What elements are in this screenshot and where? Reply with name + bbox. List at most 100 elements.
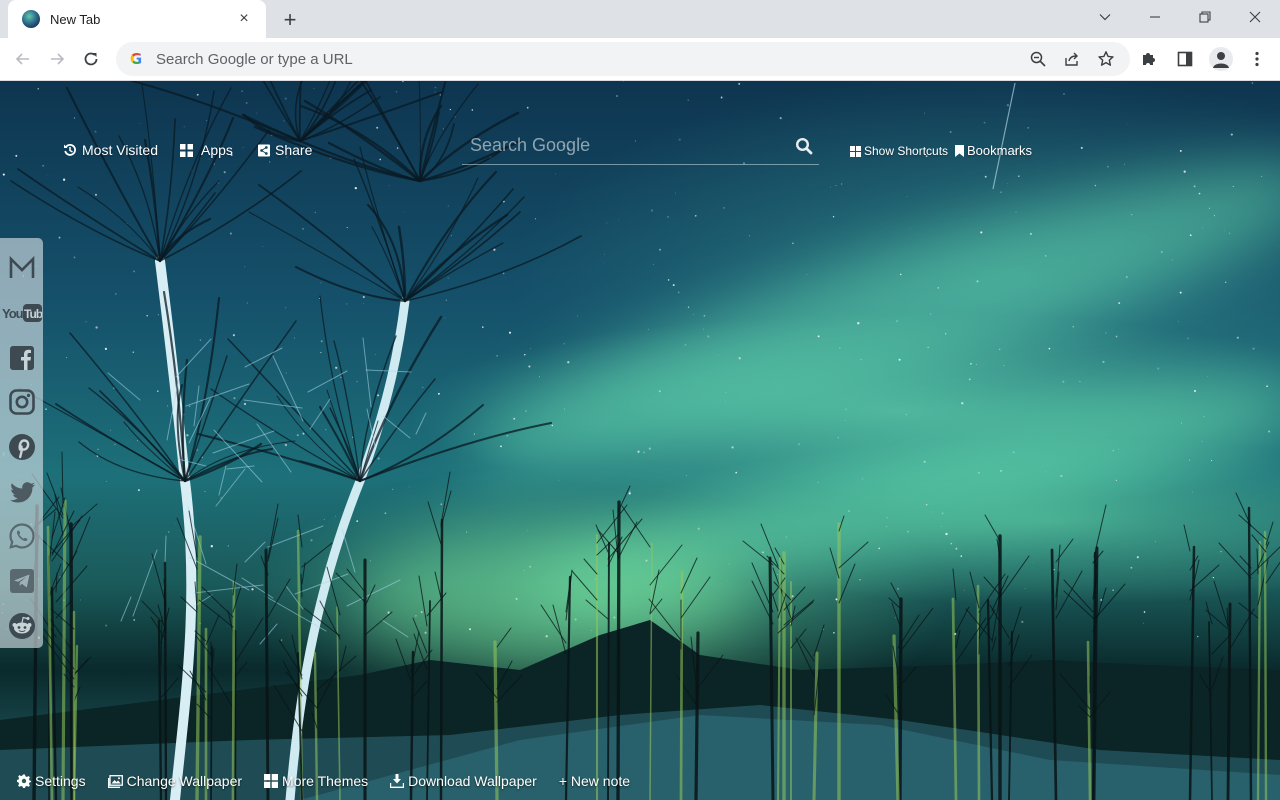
forest-branch: [1008, 634, 1020, 667]
star: [848, 510, 850, 512]
star: [409, 486, 410, 488]
zoom-button[interactable]: [1022, 43, 1054, 75]
tab-close-button[interactable]: ×: [234, 9, 254, 29]
social-reddit[interactable]: [0, 603, 43, 648]
forest-branch: [612, 509, 619, 558]
tree-branch: [318, 405, 362, 483]
forest-branch: [260, 555, 269, 576]
bookmarks-link[interactable]: Bookmarks: [955, 143, 1032, 158]
search-button[interactable]: [789, 131, 819, 161]
tab-new-tab[interactable]: New Tab ×: [8, 0, 266, 38]
star: [473, 433, 475, 435]
star: [835, 184, 837, 187]
tree-branch: [159, 118, 176, 262]
starfield: [1, 81, 1279, 641]
share-page-button[interactable]: [1056, 43, 1088, 75]
forest-branch: [1093, 573, 1098, 599]
profile-button[interactable]: [1204, 42, 1238, 76]
star: [1220, 550, 1222, 553]
social-facebook[interactable]: [0, 335, 43, 380]
star: [684, 344, 687, 346]
bookmark-star-button[interactable]: [1090, 43, 1122, 75]
social-whatsapp[interactable]: [0, 514, 43, 559]
star: [658, 617, 659, 619]
social-telegram[interactable]: [0, 559, 43, 604]
download-wallpaper-link[interactable]: Download Wallpaper: [390, 773, 537, 789]
side-panel-button[interactable]: [1168, 42, 1202, 76]
star: [898, 358, 901, 361]
star: [926, 504, 928, 506]
forest-tree: [231, 580, 236, 800]
tab-search-button[interactable]: [1080, 0, 1130, 34]
forest-branch: [427, 501, 442, 545]
forest-branch: [1205, 601, 1213, 625]
star: [738, 82, 741, 85]
restore-button[interactable]: [1180, 0, 1230, 34]
forest-branch: [440, 490, 452, 528]
forest-branch: [999, 555, 1030, 598]
svg-text:Tube: Tube: [24, 307, 42, 321]
new-tab-button[interactable]: +: [276, 6, 304, 34]
star: [1003, 365, 1005, 367]
settings-link[interactable]: Settings: [17, 773, 86, 789]
star: [157, 314, 159, 316]
minimize-button[interactable]: [1130, 0, 1180, 34]
star: [174, 523, 176, 525]
star: [449, 108, 451, 111]
star: [256, 112, 258, 114]
star: [1006, 104, 1010, 107]
new-note-link[interactable]: + New note: [559, 773, 630, 789]
close-window-button[interactable]: [1230, 0, 1280, 34]
twitter-icon: [9, 481, 35, 503]
forest-tree: [1091, 551, 1097, 800]
star: [648, 447, 651, 450]
forest-branch: [297, 514, 303, 548]
forest-branch: [196, 703, 212, 720]
omnibox[interactable]: G: [116, 42, 1130, 76]
star: [1027, 127, 1029, 129]
forest-tree: [564, 575, 572, 800]
more-themes-link[interactable]: More Themes: [264, 773, 368, 789]
star: [1063, 93, 1065, 95]
chrome-menu-button[interactable]: [1240, 42, 1274, 76]
star: [97, 448, 99, 450]
star: [1232, 185, 1234, 188]
extensions-button[interactable]: [1132, 42, 1166, 76]
google-search-input[interactable]: [462, 135, 789, 156]
share-link[interactable]: Share: [258, 142, 312, 158]
forest-branch: [1211, 633, 1232, 655]
reload-button[interactable]: [74, 42, 108, 76]
omnibox-input[interactable]: [156, 50, 956, 68]
show-shortcuts-link[interactable]: Show Shortcuts: [850, 144, 948, 158]
forest-tree: [1247, 506, 1253, 800]
social-twitter[interactable]: [0, 469, 43, 514]
forest-branch: [316, 670, 337, 709]
star: [1072, 325, 1074, 328]
chevron-down-icon: [1099, 14, 1111, 21]
star: [1125, 276, 1128, 278]
tree-branch: [123, 421, 186, 482]
social-gmail[interactable]: [0, 246, 43, 291]
star: [1143, 611, 1146, 613]
social-instagram[interactable]: [0, 380, 43, 425]
star: [1017, 175, 1020, 178]
star: [1053, 568, 1055, 571]
tree-branch: [299, 89, 372, 142]
forward-button[interactable]: [40, 42, 74, 76]
star: [1107, 166, 1109, 168]
frost-branch: [188, 556, 250, 591]
download-icon: [390, 774, 405, 788]
change-wallpaper-link[interactable]: Change Wallpaper: [107, 773, 242, 789]
forest-branch: [771, 592, 779, 612]
star: [822, 628, 824, 631]
most-visited-link[interactable]: Most Visited: [63, 142, 158, 158]
forest-branch: [795, 637, 815, 677]
social-pinterest[interactable]: [0, 425, 43, 470]
birch-trunk: [285, 296, 410, 800]
social-youtube[interactable]: You Tube: [0, 291, 43, 336]
apps-link[interactable]: Apps: [180, 142, 233, 158]
back-button[interactable]: [6, 42, 40, 76]
star: [233, 397, 236, 400]
pinterest-icon: [8, 434, 35, 461]
star: [955, 547, 958, 550]
